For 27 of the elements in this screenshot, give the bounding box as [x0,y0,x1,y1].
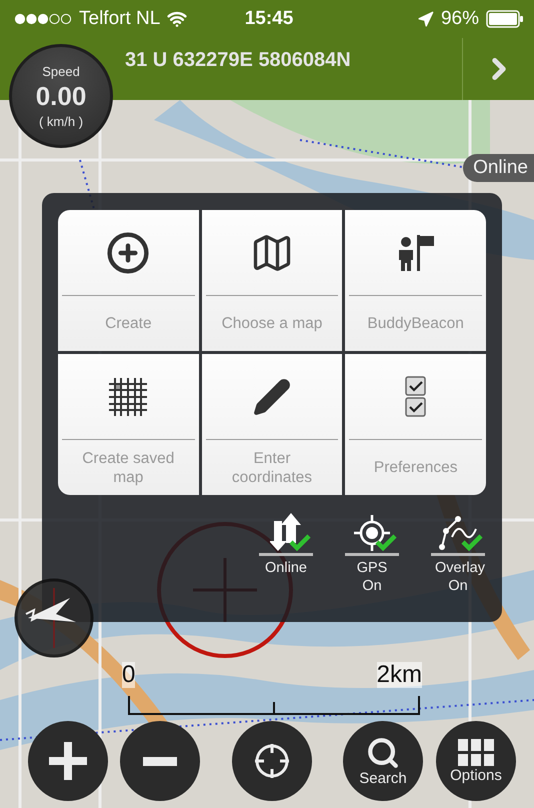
grid-icon [109,378,148,416]
checkbox-list-icon [404,376,427,418]
grid-menu-icon [458,738,494,766]
track-overlay-icon [438,513,478,551]
location-arrow-icon [416,10,434,28]
gps-target-icon [354,515,390,551]
clock-time: 15:45 [244,8,294,30]
up-down-arrows-icon [270,513,302,551]
coordinates-text: 31 U 632279E 5806084N [125,48,352,72]
plus-icon [49,742,87,780]
carrier-name: Telfort NL [79,8,160,30]
battery-icon [486,10,524,28]
status-toggle[interactable]: Overlay On [430,509,486,595]
add-circle-icon [106,230,150,274]
scale-start-label: 0 [122,662,136,688]
search-icon [366,736,400,770]
crosshair-icon [253,742,291,780]
wifi-icon [167,9,188,29]
map-mode-badge[interactable]: Online [463,154,534,182]
scale-end-label: 2km [376,662,422,688]
status-toggle[interactable]: Online [258,509,314,595]
compass-icon[interactable] [14,578,94,658]
battery-percent: 96% [440,8,480,30]
status-toggle[interactable]: GPS On [344,509,400,595]
pencil-icon [252,376,292,416]
signal-strength-icon [14,13,72,25]
minus-icon [143,756,177,766]
